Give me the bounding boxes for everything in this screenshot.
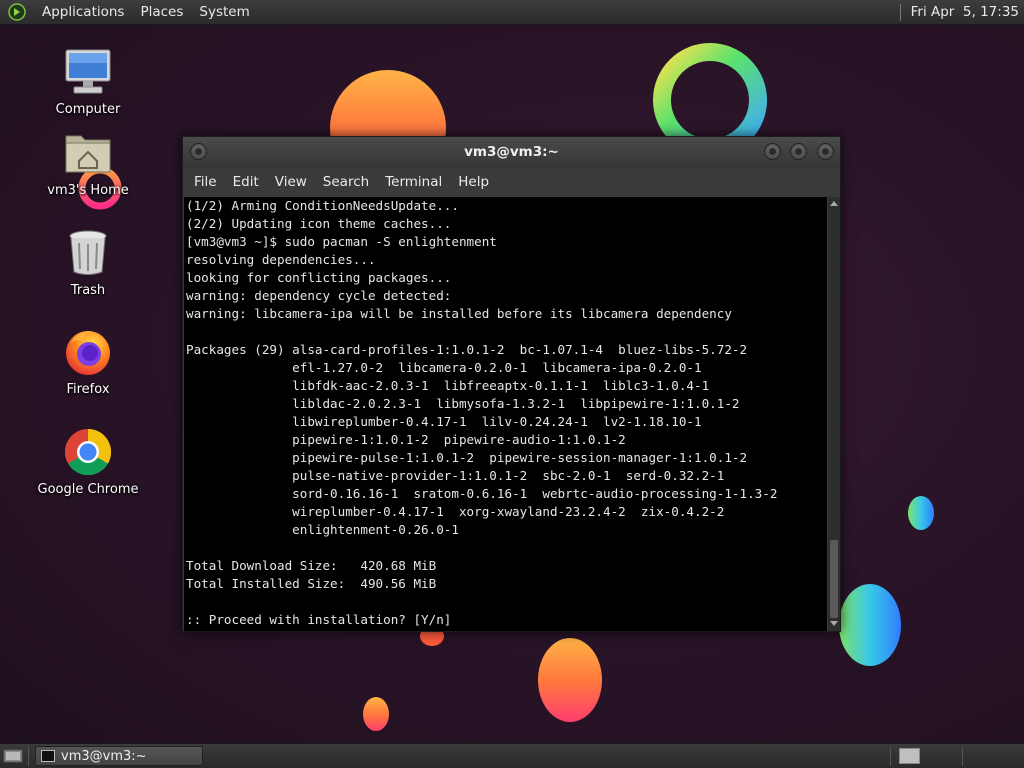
terminal-line: libldac-2.0.2.3-1 libmysofa-1.3.2-1 libp… xyxy=(186,396,740,411)
terminal-line: looking for conflicting packages... xyxy=(186,270,452,285)
desktop-icon-label: Google Chrome xyxy=(37,482,139,497)
terminal-line: Total Download Size: 420.68 MiB xyxy=(186,558,437,573)
desktop-icon-label: Trash xyxy=(70,283,106,298)
chrome-icon xyxy=(62,426,114,478)
desktop-icon-label: vm3's Home xyxy=(47,183,129,198)
desktop-icon-trash[interactable]: Trash xyxy=(33,227,143,298)
clock[interactable]: Fri Apr 5, 17:35 xyxy=(911,4,1024,20)
trash-icon xyxy=(62,227,114,279)
clock-area[interactable]: Fri Apr 5, 17:35 xyxy=(899,0,1024,25)
window-titlebar[interactable]: vm3@vm3:~ xyxy=(183,137,840,167)
taskbar-item-label: vm3@vm3:~ xyxy=(61,748,147,764)
scrollbar-thumb[interactable] xyxy=(830,540,838,618)
show-desktop-icon[interactable] xyxy=(3,748,23,764)
terminal-line: enlightenment-0.26.0-1 xyxy=(186,522,459,537)
terminal-line: wireplumber-0.4.17-1 xorg-xwayland-23.2.… xyxy=(186,504,725,519)
minimize-button[interactable] xyxy=(764,143,781,160)
terminal-prompt-line: :: Proceed with installation? [Y/n] xyxy=(186,612,452,627)
system-menu[interactable]: System xyxy=(191,0,257,25)
terminal-line: sord-0.16.16-1 sratom-0.6.16-1 webrtc-au… xyxy=(186,486,778,501)
applications-menu[interactable]: Applications xyxy=(34,0,132,25)
terminal-line: (2/2) Updating icon theme caches... xyxy=(186,216,452,231)
menu-search[interactable]: Search xyxy=(315,167,377,197)
terminal-line: resolving dependencies... xyxy=(186,252,376,267)
maximize-button[interactable] xyxy=(790,143,807,160)
terminal-line: efl-1.27.0-2 libcamera-0.2.0-1 libcamera… xyxy=(186,360,702,375)
desktop-icon-label: Computer xyxy=(55,102,121,117)
menu-help[interactable]: Help xyxy=(450,167,497,197)
bottom-panel: vm3@vm3:~ xyxy=(0,743,1024,768)
menu-view[interactable]: View xyxy=(267,167,315,197)
home-folder-icon xyxy=(62,127,114,179)
menu-file[interactable]: File xyxy=(186,167,225,197)
window-title: vm3@vm3:~ xyxy=(464,144,559,160)
terminal-output[interactable]: (1/2) Arming ConditionNeedsUpdate... (2/… xyxy=(184,197,827,631)
top-panel: Applications Places System Fri Apr 5, 17… xyxy=(0,0,1024,25)
close-button[interactable] xyxy=(817,143,834,160)
terminal-line: Packages (29) alsa-card-profiles-1:1.0.1… xyxy=(186,342,748,357)
distro-logo-icon[interactable] xyxy=(8,3,26,21)
terminal-line: pipewire-pulse-1:1.0.1-2 pipewire-sessio… xyxy=(186,450,748,465)
menu-edit[interactable]: Edit xyxy=(225,167,267,197)
panel-separator xyxy=(962,747,963,766)
desktop-icon-label: Firefox xyxy=(66,382,110,397)
terminal-line: pipewire-1:1.0.1-2 pipewire-audio-1:1.0.… xyxy=(186,432,626,447)
terminal-line: pulse-native-provider-1:1.0.1-2 sbc-2.0-… xyxy=(186,468,725,483)
terminal-menubar: File Edit View Search Terminal Help xyxy=(183,167,840,197)
desktop-icon-computer[interactable]: Computer xyxy=(33,46,143,117)
panel-separator xyxy=(28,747,29,766)
terminal-line: warning: dependency cycle detected: xyxy=(186,288,452,303)
terminal-line: [vm3@vm3 ~]$ sudo pacman -S enlightenmen… xyxy=(186,234,497,249)
terminal-line: libwireplumber-0.4.17-1 lilv-0.24.24-1 l… xyxy=(186,414,702,429)
terminal-line: libfdk-aac-2.0.3-1 libfreeaptx-0.1.1-1 l… xyxy=(186,378,710,393)
firefox-icon xyxy=(62,326,114,378)
places-menu[interactable]: Places xyxy=(132,0,191,25)
desktop-icon-home[interactable]: vm3's Home xyxy=(33,127,143,198)
terminal-icon xyxy=(41,750,55,762)
scroll-down-arrow-icon[interactable] xyxy=(830,621,838,626)
desktop-icon-firefox[interactable]: Firefox xyxy=(33,326,143,397)
terminal-line: Total Installed Size: 490.56 MiB xyxy=(186,576,437,591)
panel-separator xyxy=(890,747,891,766)
workspace-switcher[interactable] xyxy=(899,748,920,764)
terminal-line: warning: libcamera-ipa will be installed… xyxy=(186,306,732,321)
terminal-window[interactable]: vm3@vm3:~ File Edit View Search Terminal… xyxy=(182,136,841,632)
computer-icon xyxy=(62,46,114,98)
window-menu-button[interactable] xyxy=(190,143,207,160)
panel-separator xyxy=(899,3,901,21)
scroll-up-arrow-icon[interactable] xyxy=(830,201,838,206)
terminal-line: (1/2) Arming ConditionNeedsUpdate... xyxy=(186,198,459,213)
menu-terminal[interactable]: Terminal xyxy=(377,167,450,197)
terminal-scrollbar[interactable] xyxy=(828,197,840,631)
taskbar-item-terminal[interactable]: vm3@vm3:~ xyxy=(35,746,203,766)
desktop-icon-chrome[interactable]: Google Chrome xyxy=(33,426,143,497)
